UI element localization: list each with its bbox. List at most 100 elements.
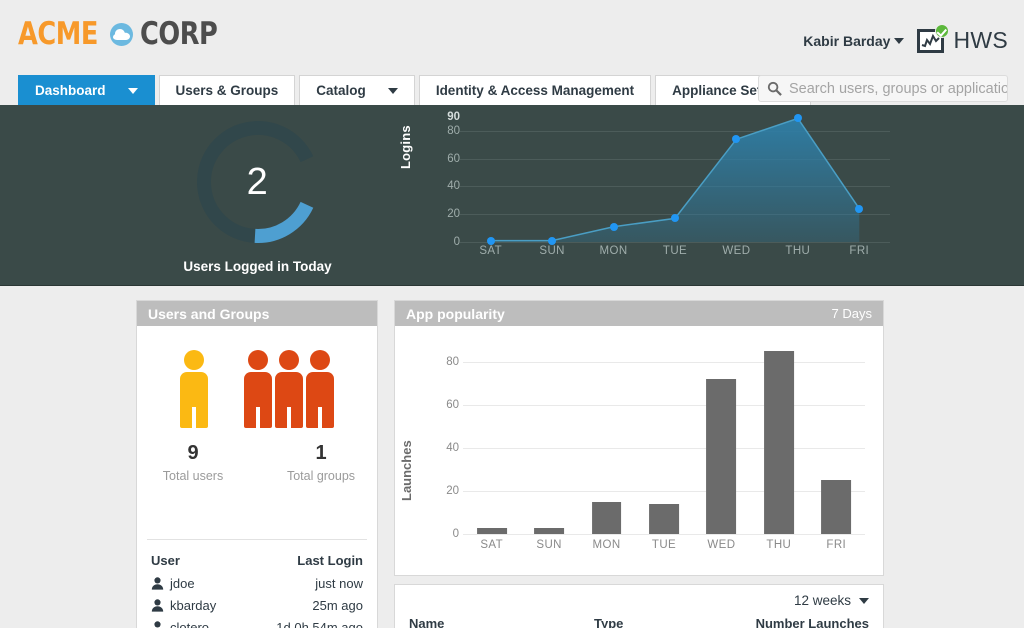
total-users-label: Total users	[162, 469, 224, 483]
logins-data-point[interactable]	[486, 236, 495, 245]
logged-in-gauge-block: 2 Users Logged in Today	[155, 115, 360, 274]
logins-x-tick: SAT	[479, 245, 503, 257]
table-cell-last-login: just now	[315, 575, 363, 591]
gridline	[463, 490, 865, 492]
column-header-last-login: Last Login	[297, 552, 363, 568]
range-selector-label: 12 weeks	[793, 593, 851, 608]
app-popularity-card-header: App popularity 7 Days	[395, 301, 883, 326]
gridline	[463, 534, 865, 535]
logins-x-tick: THU	[785, 245, 811, 257]
logged-in-count: 2	[246, 160, 269, 203]
brand-logo[interactable]: ACME CORP	[18, 17, 224, 51]
cloud-icon	[109, 22, 133, 46]
launches-y-tick: 80	[446, 355, 459, 368]
tab-identity-access-management[interactable]: Identity & Access Management	[418, 75, 652, 105]
launches-y-tick: 60	[446, 398, 459, 411]
logins-x-tick: WED	[722, 245, 751, 257]
launches-x-tick: SUN	[536, 539, 562, 551]
account-area: Kabir Barday HWS	[803, 23, 1008, 54]
logins-x-tick: FRI	[849, 245, 870, 257]
gridline	[463, 361, 865, 363]
tab-catalog[interactable]: Catalog	[299, 75, 415, 105]
brand-name-left: ACME	[18, 16, 98, 52]
launches-y-tick: 0	[452, 528, 459, 540]
chevron-down-icon	[387, 87, 398, 94]
avatar-icon	[151, 576, 164, 590]
logins-line-chart: Logins 0 20 40 60 80 90 SAT SUN MON TUE WED THU FRI	[398, 111, 890, 272]
main-content: Users and Groups 9 Total users 1 Total g…	[0, 286, 1024, 628]
people-pictograms	[137, 346, 377, 428]
logins-y-tick: 0	[453, 236, 460, 248]
users-and-groups-body: 9 Total users 1 Total groups	[137, 326, 377, 539]
tab-users-groups[interactable]: Users & Groups	[158, 75, 296, 105]
launches-x-tick: TUE	[651, 539, 677, 551]
launches-x-tick: SAT	[480, 539, 504, 551]
gridline	[460, 242, 890, 243]
logged-in-donut-chart: 2	[191, 115, 325, 249]
bar[interactable]	[649, 503, 679, 534]
account-user-name[interactable]: Kabir Barday	[803, 33, 890, 49]
logins-y-tick: 80	[447, 124, 460, 137]
tab-dashboard[interactable]: Dashboard	[18, 75, 155, 105]
chevron-down-icon	[127, 87, 138, 94]
chevron-down-icon	[859, 597, 869, 604]
bar[interactable]	[534, 527, 565, 534]
search-box[interactable]	[758, 75, 1008, 102]
top-bar: ACME CORP Kabir Barday HWS Dashboard Use…	[0, 0, 1024, 105]
logins-data-point[interactable]	[732, 135, 741, 144]
logins-x-tick: TUE	[662, 245, 688, 257]
table-row[interactable]: kbarday 25m ago	[151, 594, 363, 616]
gridline	[463, 404, 865, 406]
logins-data-point[interactable]	[548, 236, 557, 245]
search-input[interactable]	[789, 80, 1007, 97]
tab-catalog-label: Catalog	[316, 83, 366, 98]
table-cell-user: jdoe	[170, 575, 195, 591]
logins-data-point[interactable]	[671, 214, 679, 223]
app-popularity-title: App popularity	[406, 305, 505, 322]
column-header-user: User	[151, 552, 180, 568]
tab-dashboard-label: Dashboard	[35, 83, 106, 98]
tab-users-groups-label: Users & Groups	[175, 83, 279, 98]
bar[interactable]	[821, 480, 852, 534]
users-and-groups-card: Users and Groups 9 Total users 1 Total g…	[136, 300, 378, 628]
chart-monitor-icon[interactable]	[917, 23, 950, 53]
recent-logins-table: User Last Login jdoe just now kbarday 25…	[137, 540, 377, 628]
app-label: HWS	[953, 27, 1008, 53]
total-groups-stat: 1 Total groups	[275, 442, 367, 483]
tab-identity-access-management-label: Identity & Access Management	[435, 83, 635, 98]
logins-y-tick: 90	[447, 111, 460, 123]
person-group-icon	[244, 350, 334, 428]
person-icon	[180, 350, 208, 428]
table-cell-last-login: 1d 0h 54m ago	[276, 619, 363, 628]
hero-banner: 2 Users Logged in Today Logins 0 20 40 60 80…	[0, 105, 1024, 286]
table-row[interactable]: clotero 1d 0h 54m ago	[151, 616, 363, 628]
bar[interactable]	[476, 527, 507, 534]
launches-y-tick: 40	[446, 441, 459, 454]
bar[interactable]	[763, 350, 794, 534]
logins-data-point[interactable]	[609, 222, 618, 231]
total-users-value: 9	[187, 442, 199, 464]
logged-in-label: Users Logged in Today	[183, 259, 332, 274]
logins-data-point[interactable]	[855, 204, 864, 213]
search-icon	[767, 81, 782, 96]
users-and-groups-title: Users and Groups	[148, 305, 270, 322]
counts-row: 9 Total users 1 Total groups	[137, 442, 377, 483]
logins-data-point[interactable]	[793, 114, 802, 123]
avatar-icon	[151, 598, 164, 612]
chevron-down-icon[interactable]	[894, 37, 905, 44]
bar[interactable]	[591, 501, 622, 534]
column-header-name: Name	[409, 616, 445, 628]
launches-x-tick: MON	[592, 539, 621, 551]
launches-x-tick: FRI	[826, 539, 847, 551]
bar[interactable]	[706, 378, 737, 534]
users-and-groups-card-header: Users and Groups	[137, 301, 377, 326]
range-selector[interactable]: 12 weeks	[794, 593, 869, 608]
gridline	[463, 447, 865, 449]
table-row[interactable]: jdoe just now	[151, 572, 363, 594]
column-header-type: Type	[594, 616, 624, 628]
launches-x-tick: WED	[707, 539, 736, 551]
total-groups-label: Total groups	[286, 469, 356, 483]
logins-y-tick: 60	[447, 152, 460, 165]
logins-y-axis-title: Logins	[398, 125, 413, 169]
total-users-stat: 9 Total users	[147, 442, 239, 483]
